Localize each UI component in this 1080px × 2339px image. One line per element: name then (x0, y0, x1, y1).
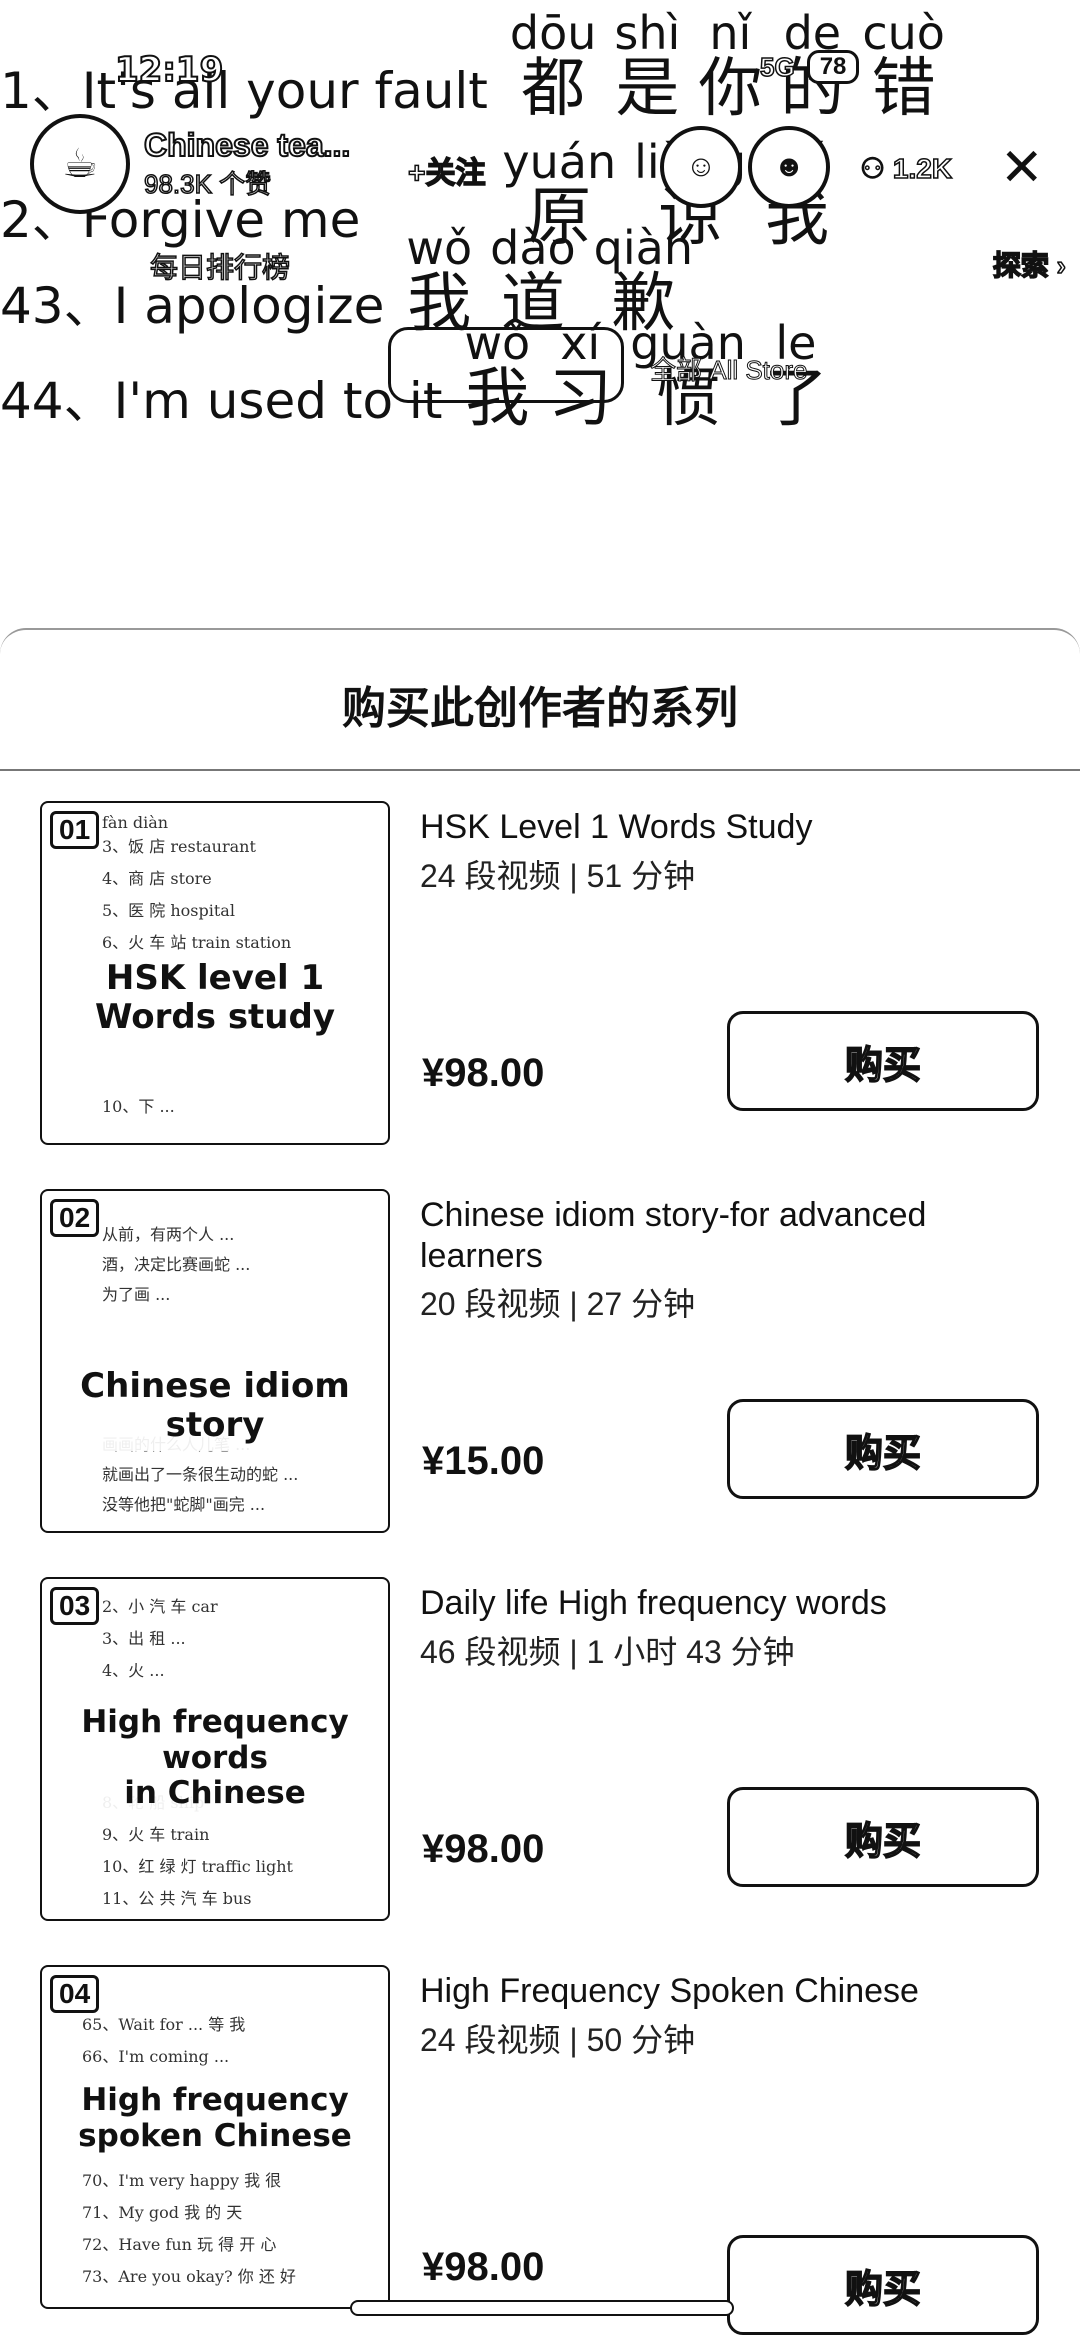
series-cover[interactable]: 2、小 汽 车 car 3、出 租 ... 4、火 ... 8、轮 船 ship… (40, 1577, 390, 1921)
series-title: Chinese idiom story-for advanced learner… (420, 1196, 927, 1275)
cover-caption: HSK level 1 Words study (42, 953, 388, 1044)
network-badge: 5G (759, 51, 795, 83)
viewer-count[interactable]: ⚇ 1.2K (859, 152, 953, 185)
home-indicator[interactable] (350, 2300, 734, 2316)
anchor-name: Chinese tea... (143, 126, 351, 164)
series-price: ¥98.00 (422, 2245, 545, 2289)
sheet-title: 购买此创作者的系列 (342, 683, 738, 734)
series-title: High Frequency Spoken Chinese (420, 1972, 919, 2010)
explore-button[interactable]: 探索 › (992, 244, 1067, 284)
buy-button[interactable]: 购买 (727, 1399, 1039, 1499)
store-label[interactable]: 全部 All Store (650, 350, 808, 387)
series-meta: 24 段视频 | 50 分钟 (420, 2022, 696, 2058)
series-number: 02 (50, 1199, 100, 1237)
cover-caption: High frequency spoken Chinese (42, 2077, 388, 2161)
close-icon[interactable]: ✕ (1000, 142, 1044, 194)
series-item[interactable]: 2、小 汽 车 car 3、出 租 ... 4、火 ... 8、轮 船 ship… (0, 1547, 1080, 1921)
anchor-avatar[interactable]: ☕ (30, 114, 130, 214)
series-number: 01 (50, 811, 100, 849)
series-title: HSK Level 1 Words Study (420, 808, 813, 846)
series-title: Daily life High frequency words (420, 1584, 887, 1622)
series-cover[interactable]: 65、Wait for ... 等 我 66、I'm coming ... 70… (40, 1965, 390, 2309)
series-item[interactable]: fàn diàn 3、饭 店 restaurant 4、商 店 store 5、… (0, 771, 1080, 1145)
series-item[interactable]: 从前，有两个人 ... 酒，决定比赛画蛇 ... 为了画 ... 画画的什么人儿… (0, 1159, 1080, 1533)
live-overlay: 12:19 5G 78 ☕ Chinese tea... 98.3K 个赞 +关… (0, 0, 1080, 625)
series-meta: 24 段视频 | 51 分钟 (420, 858, 696, 894)
series-price: ¥15.00 (422, 1439, 545, 1483)
series-meta: 46 段视频 | 1 小时 43 分钟 (420, 1634, 795, 1670)
series-price: ¥98.00 (422, 1827, 545, 1871)
series-number: 03 (50, 1587, 100, 1625)
rank-bar: 每日排行榜 探索 › (0, 238, 1080, 290)
status-time: 12:19 (114, 49, 224, 91)
shopping-card[interactable] (388, 327, 624, 403)
series-cover[interactable]: fàn diàn 3、饭 店 restaurant 4、商 店 store 5、… (40, 801, 390, 1145)
viewer-avatars[interactable]: ☺ ☻ (660, 126, 830, 208)
cover-caption: Chinese idiom story (42, 1361, 388, 1452)
viewer-avatar[interactable]: ☻ (748, 126, 830, 208)
series-number: 04 (50, 1975, 100, 2013)
buy-button[interactable]: 购买 (727, 1787, 1039, 1887)
cover-caption: High frequency words in Chinese (42, 1699, 388, 1818)
hourly-rank-link[interactable]: 每日排行榜 (149, 246, 291, 286)
series-cover[interactable]: 从前，有两个人 ... 酒，决定比赛画蛇 ... 为了画 ... 画画的什么人儿… (40, 1189, 390, 1533)
series-item[interactable]: 65、Wait for ... 等 我 66、I'm coming ... 70… (0, 1935, 1080, 2335)
battery-icon: 78 (806, 50, 860, 84)
buy-button[interactable]: 购买 (727, 2235, 1039, 2335)
series-price: ¥98.00 (422, 1051, 545, 1095)
series-sheet: 购买此创作者的系列 fàn diàn 3、饭 店 restaurant 4、商 … (0, 628, 1080, 2339)
user-icon: ⚇ (859, 152, 886, 185)
viewer-avatar[interactable]: ☺ (660, 126, 742, 208)
buy-button[interactable]: 购买 (727, 1011, 1039, 1111)
series-meta: 20 段视频 | 27 分钟 (420, 1286, 696, 1322)
anchor-likes: 98.3K 个赞 (143, 168, 272, 200)
status-icons: 5G 78 (759, 50, 860, 84)
follow-button[interactable]: +关注 (407, 148, 486, 192)
anchor-info[interactable]: ☕ Chinese tea... 98.3K 个赞 (30, 114, 400, 214)
